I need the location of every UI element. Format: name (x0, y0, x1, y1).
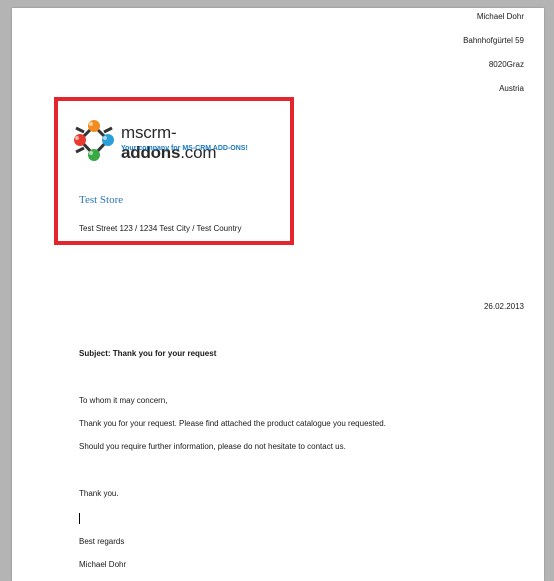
logo-tagline: Your company for MS-CRM ADD-ONS! (121, 145, 248, 152)
sender-name: Michael Dohr (476, 12, 524, 21)
molecule-logo-icon (74, 120, 114, 161)
closing-line: Best regards (79, 537, 125, 546)
logo-brand-text: mscrm-addons.com (121, 123, 217, 162)
letter-date: 26.02.2013 (483, 302, 524, 311)
text-cursor (79, 513, 80, 524)
salutation: To whom it may concern, (79, 396, 168, 405)
document-page[interactable]: Michael Dohr Bahnhofgürtel 59 8020Graz A… (12, 8, 544, 581)
recipient-name: Test Store (79, 194, 124, 206)
signature-line: Michael Dohr (79, 560, 127, 569)
thanks-line: Thank you. (79, 489, 119, 498)
recipient-address: Test Street 123 / 1234 Test City / Test … (79, 224, 242, 233)
sender-country: Austria (499, 84, 524, 93)
company-logo: mscrm-addons.com Your company for MS-CRM… (70, 118, 270, 164)
body-line-1: Thank you for your request. Please find … (79, 419, 386, 428)
sender-city: 8020Graz (488, 60, 524, 69)
body-line-2: Should you require further information, … (79, 442, 346, 451)
letter-subject: Subject: Thank you for your request (79, 349, 217, 358)
sender-street: Bahnhofgürtel 59 (463, 36, 524, 45)
